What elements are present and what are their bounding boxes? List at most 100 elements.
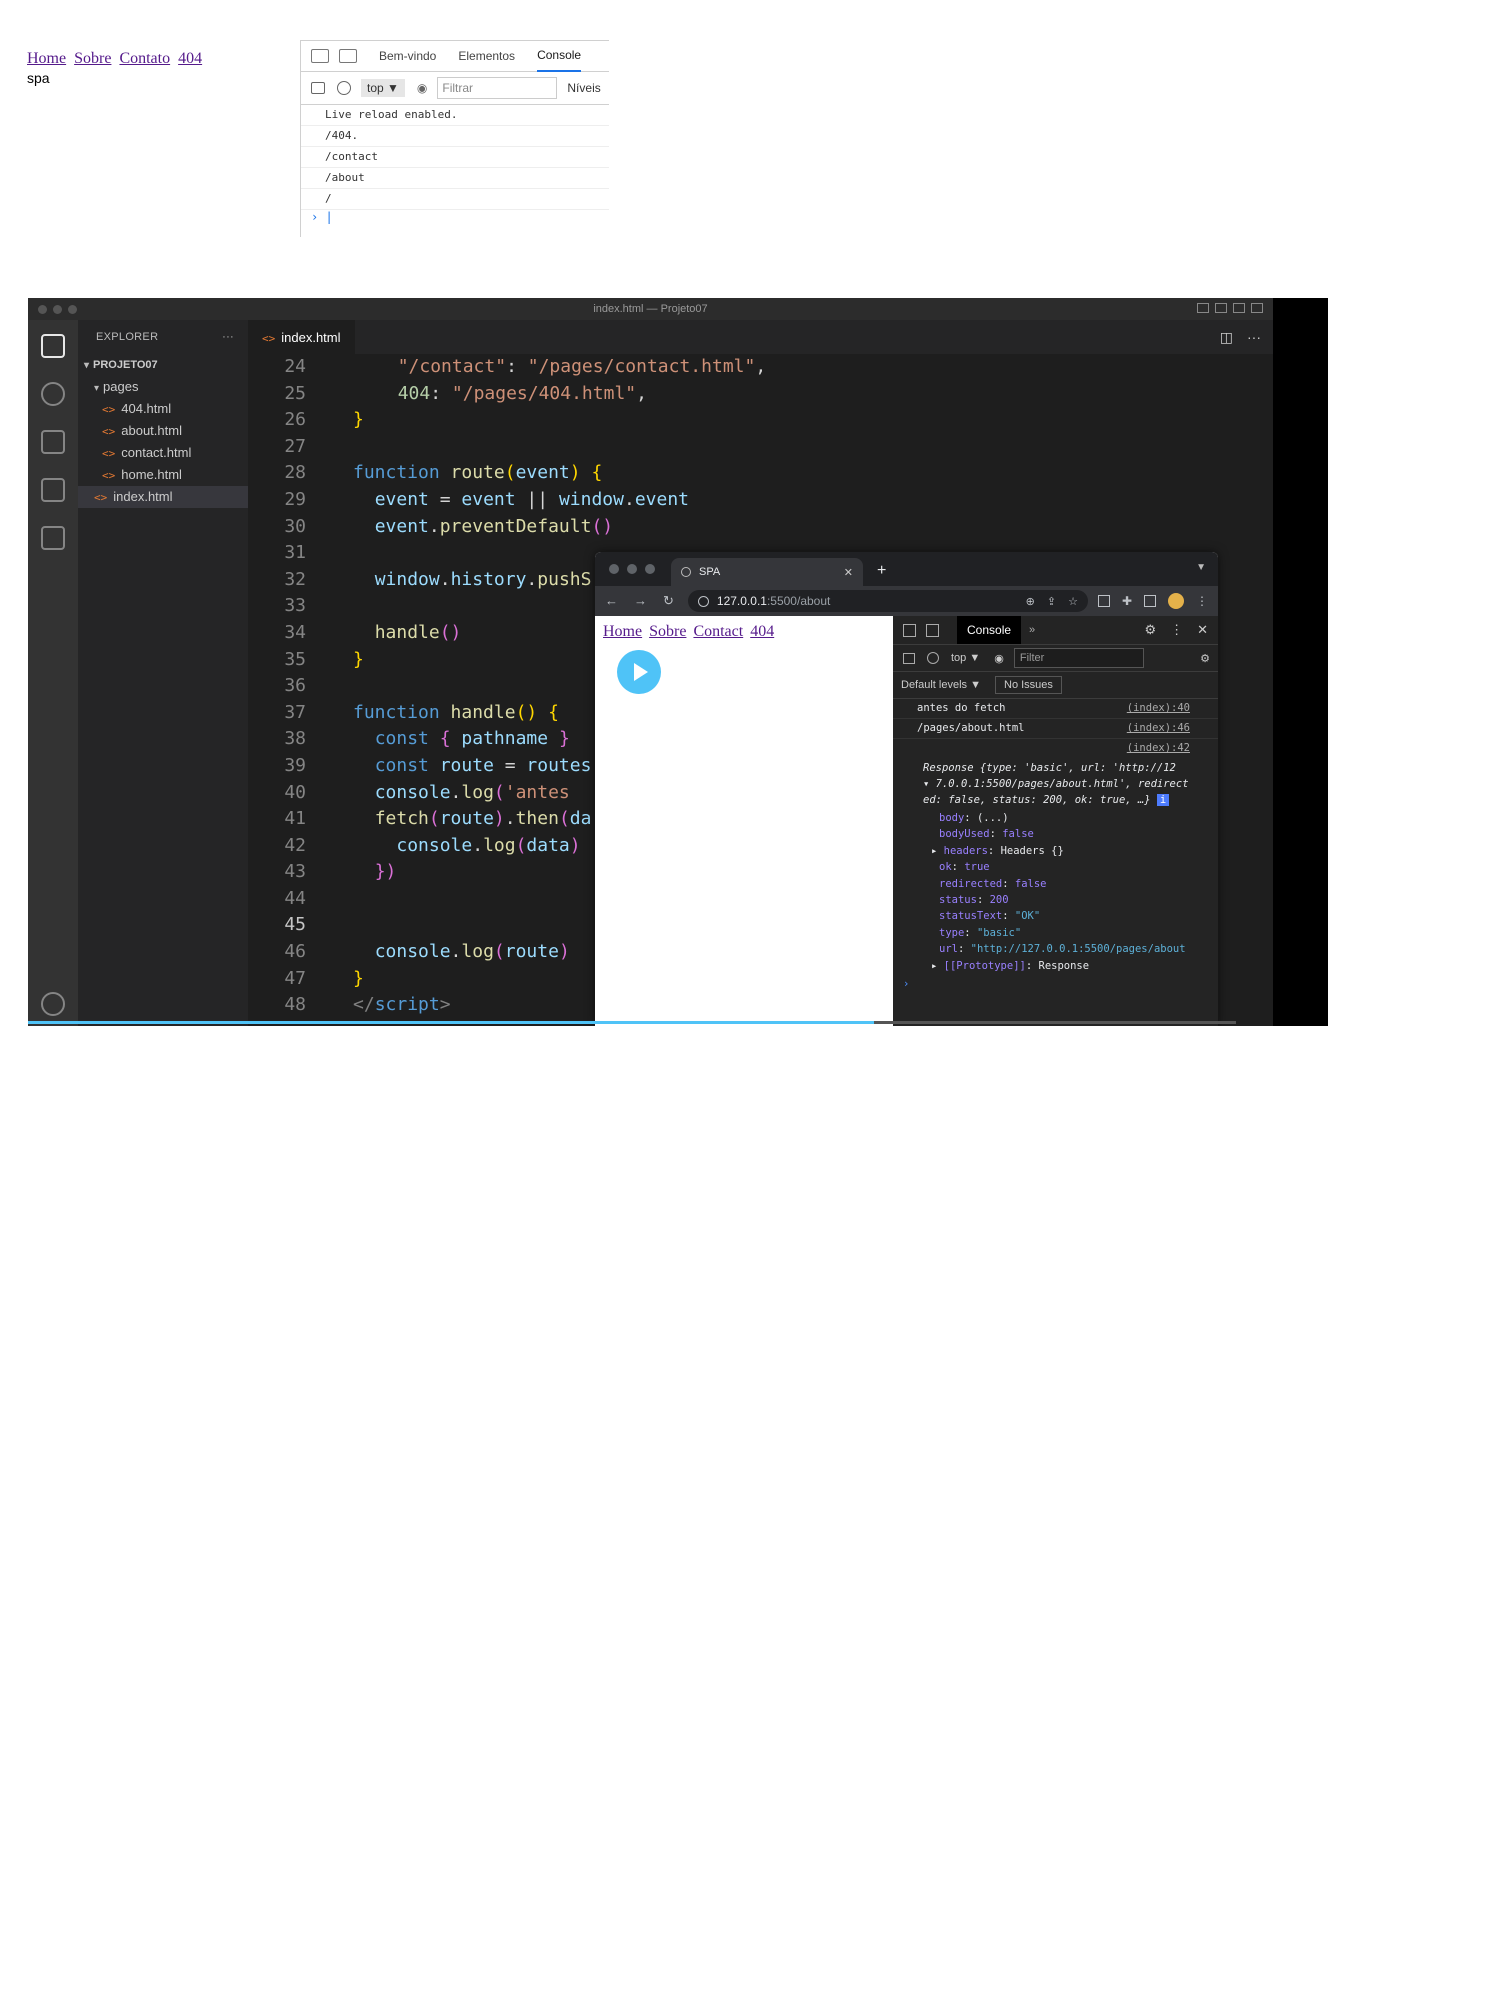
response-property[interactable]: type: "basic": [893, 925, 1218, 941]
source-link[interactable]: (index):40: [1127, 702, 1190, 714]
device-toggle-icon[interactable]: [339, 49, 357, 63]
sidebar-toggle-icon[interactable]: [903, 652, 915, 664]
issues-button[interactable]: No Issues: [995, 676, 1062, 694]
line-number: 39: [284, 754, 306, 776]
explorer-icon[interactable]: [41, 334, 65, 358]
code-line[interactable]: 28 function route(event) {: [248, 460, 1273, 487]
file-item[interactable]: <> home.html: [78, 464, 248, 486]
play-icon[interactable]: [617, 650, 661, 694]
response-property[interactable]: status: 200: [893, 892, 1218, 908]
response-property[interactable]: ▸ [[Prototype]]: Response: [893, 958, 1218, 974]
window-controls[interactable]: [38, 305, 77, 314]
nav-link-home[interactable]: Home: [603, 623, 642, 640]
response-property[interactable]: bodyUsed: false: [893, 826, 1218, 842]
share-icon[interactable]: ⇪: [1047, 595, 1056, 608]
filter-input[interactable]: Filtrar: [437, 77, 558, 99]
context-select[interactable]: top ▼: [951, 652, 980, 664]
kebab-icon[interactable]: ⋮: [1170, 622, 1183, 638]
context-select[interactable]: top ▼: [361, 79, 405, 97]
code-line[interactable]: 29 event = event || window.event: [248, 487, 1273, 514]
clear-console-icon[interactable]: [927, 652, 939, 664]
levels-dropdown[interactable]: Níveis: [567, 81, 600, 95]
console-prompt[interactable]: › |: [301, 210, 609, 224]
file-item[interactable]: <> about.html: [78, 420, 248, 442]
inspect-icon[interactable]: [903, 623, 916, 637]
forward-icon[interactable]: →: [634, 593, 647, 609]
nav-link-home[interactable]: Home: [27, 50, 66, 67]
folder-pages[interactable]: ▾ pages: [78, 376, 248, 398]
search-icon[interactable]: [41, 382, 65, 406]
levels-dropdown[interactable]: Default levels ▼: [901, 679, 981, 691]
back-icon[interactable]: ←: [605, 593, 618, 609]
source-control-icon[interactable]: [41, 430, 65, 454]
new-tab-button[interactable]: +: [877, 562, 886, 580]
nav-link-contact[interactable]: Contact: [693, 623, 743, 640]
account-icon[interactable]: [41, 992, 65, 1016]
info-icon[interactable]: i: [1156, 794, 1170, 806]
zoom-icon[interactable]: ⊕: [1026, 595, 1035, 608]
star-icon[interactable]: ☆: [1068, 595, 1078, 608]
code-line[interactable]: 24 "/contact": "/pages/contact.html",: [248, 354, 1273, 381]
window-controls[interactable]: [609, 564, 655, 574]
response-property[interactable]: body: (...): [893, 810, 1218, 826]
tab-console[interactable]: Console: [957, 616, 1022, 644]
code-line[interactable]: 25 404: "/pages/404.html",: [248, 381, 1273, 408]
editor-tab-index[interactable]: <> index.html: [248, 319, 355, 355]
nav-link-404[interactable]: 404: [178, 50, 202, 67]
nav-link-404[interactable]: 404: [750, 623, 774, 640]
source-link[interactable]: (index):42: [1127, 742, 1190, 754]
more-actions-icon[interactable]: ···: [222, 320, 234, 354]
browser-tab[interactable]: SPA ✕: [671, 558, 863, 586]
extensions-icon[interactable]: [41, 526, 65, 550]
sidebar-toggle-icon[interactable]: [311, 82, 325, 94]
sidepanel-icon[interactable]: [1144, 595, 1156, 607]
clear-console-icon[interactable]: [337, 81, 351, 95]
nav-link-sobre[interactable]: Sobre: [74, 50, 111, 67]
address-bar[interactable]: 127.0.0.1:5500/about ⊕ ⇪ ☆: [687, 590, 1088, 612]
response-object[interactable]: Response {type: 'basic', url: 'http://12…: [893, 758, 1218, 810]
gear-icon[interactable]: ⚙: [1200, 652, 1210, 665]
extension-icon[interactable]: [1097, 595, 1110, 607]
code-line[interactable]: 27: [248, 434, 1273, 461]
file-item-index[interactable]: <> index.html: [78, 486, 248, 508]
menu-icon[interactable]: ⋮: [1196, 594, 1208, 608]
puzzle-icon[interactable]: ✚: [1122, 594, 1132, 608]
reload-icon[interactable]: ↻: [663, 593, 674, 609]
tab-elementos[interactable]: Elementos: [458, 41, 515, 71]
response-property[interactable]: ok: true: [893, 859, 1218, 875]
gear-icon[interactable]: ⚙: [1144, 622, 1156, 638]
file-item[interactable]: <> 404.html: [78, 398, 248, 420]
more-tabs-icon[interactable]: »: [1029, 624, 1035, 636]
code-line[interactable]: 30 event.preventDefault(): [248, 514, 1273, 541]
device-toggle-icon[interactable]: [926, 623, 939, 637]
filter-input[interactable]: Filter: [1013, 648, 1144, 668]
run-debug-icon[interactable]: [41, 478, 65, 502]
split-editor-icon[interactable]: ◫: [1220, 329, 1233, 346]
tab-bem-vindo[interactable]: Bem-vindo: [379, 41, 436, 71]
response-property[interactable]: statusText: "OK": [893, 908, 1218, 924]
nav-link-sobre[interactable]: Sobre: [649, 623, 686, 640]
profile-avatar[interactable]: [1168, 593, 1184, 609]
console-message: /pages/about.html (index):46: [893, 719, 1218, 739]
eye-icon[interactable]: ◉: [994, 652, 1004, 665]
eye-icon[interactable]: ◉: [417, 81, 427, 95]
tab-console[interactable]: Console: [537, 41, 582, 72]
source-link[interactable]: (index):46: [1127, 722, 1190, 734]
code-line[interactable]: 26}: [248, 407, 1273, 434]
project-folder[interactable]: ▾ PROJETO07: [78, 354, 248, 376]
close-tab-icon[interactable]: ✕: [844, 566, 853, 579]
console-prompt[interactable]: ›: [893, 978, 1218, 990]
nav-link-contato[interactable]: Contato: [119, 50, 170, 67]
response-property[interactable]: url: "http://127.0.0.1:5500/pages/about: [893, 941, 1218, 957]
response-property[interactable]: ▸ headers: Headers {}: [893, 843, 1218, 859]
chevron-down-icon[interactable]: ▼: [1196, 562, 1206, 573]
site-info-icon[interactable]: [697, 595, 709, 607]
close-icon[interactable]: ✕: [1197, 622, 1208, 638]
video-progress-bar[interactable]: [28, 1021, 1236, 1024]
file-item[interactable]: <> contact.html: [78, 442, 248, 464]
video-frame[interactable]: index.html — Projeto07 EXPLORER ··· ▾ PROJ…: [28, 298, 1328, 1026]
inspect-icon[interactable]: [311, 49, 329, 63]
more-icon[interactable]: ···: [1247, 329, 1261, 346]
response-property[interactable]: redirected: false: [893, 876, 1218, 892]
layout-icons[interactable]: [1197, 303, 1263, 313]
